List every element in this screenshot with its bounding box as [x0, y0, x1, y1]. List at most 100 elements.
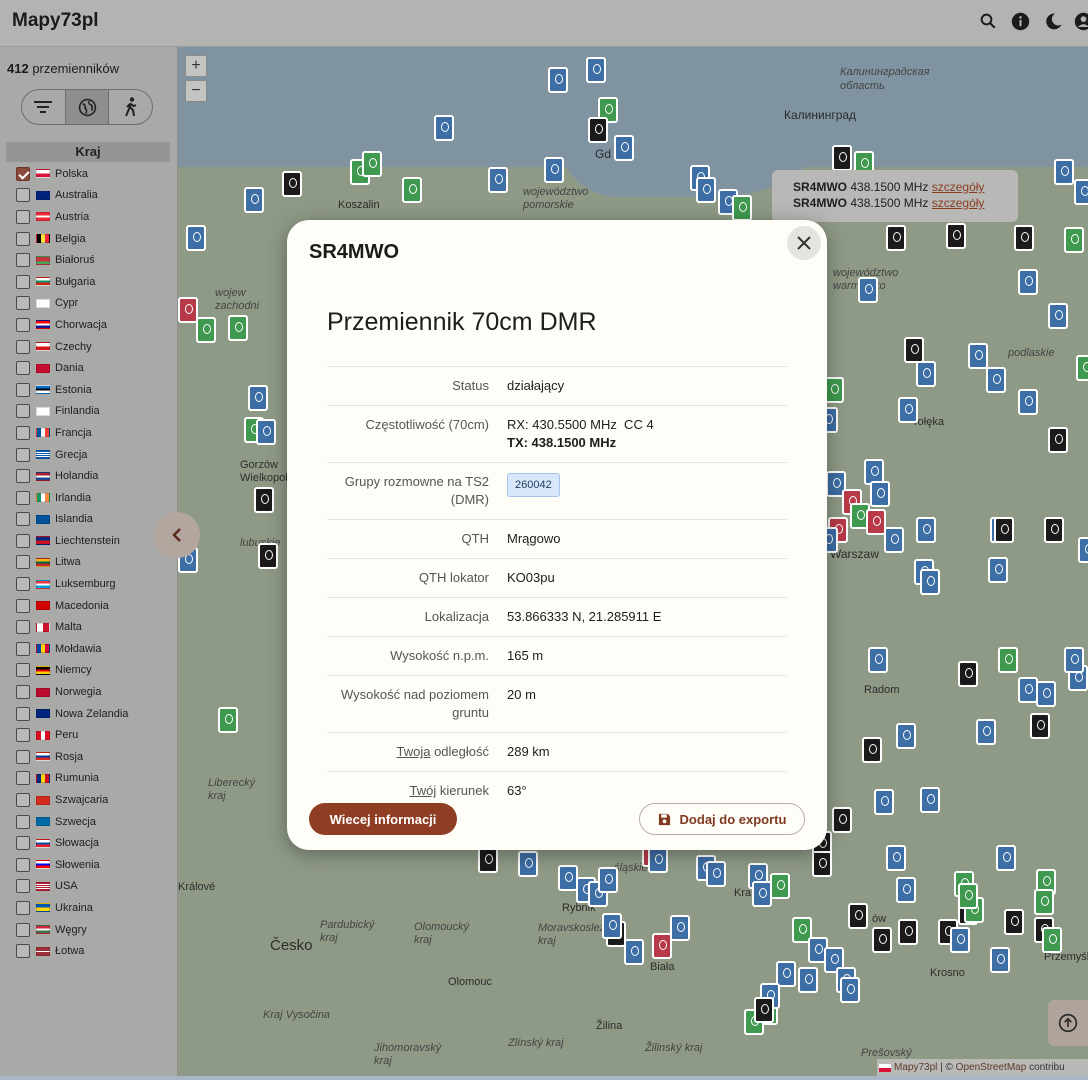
repeater-pin-icon[interactable] — [1076, 355, 1088, 381]
country-item[interactable]: Austria — [16, 206, 176, 228]
country-checkbox[interactable] — [16, 685, 30, 700]
country-item[interactable]: Holandia — [16, 465, 176, 487]
repeater-pin-icon[interactable] — [518, 851, 538, 877]
distance-location-link[interactable]: Twoja — [396, 744, 430, 759]
repeater-pin-icon[interactable] — [1048, 303, 1068, 329]
repeater-pin-icon[interactable] — [920, 787, 940, 813]
repeater-pin-icon[interactable] — [870, 481, 890, 507]
repeater-pin-icon[interactable] — [832, 145, 852, 171]
country-checkbox[interactable] — [16, 404, 30, 419]
country-checkbox[interactable] — [16, 296, 30, 311]
country-checkbox[interactable] — [16, 771, 30, 786]
country-item[interactable]: Szwajcaria — [16, 789, 176, 811]
country-item[interactable]: Peru — [16, 724, 176, 746]
country-item[interactable]: Polska — [16, 163, 176, 185]
repeater-pin-icon[interactable] — [1054, 159, 1074, 185]
scroll-top-button[interactable] — [1048, 1000, 1088, 1046]
repeater-pin-icon[interactable] — [282, 171, 302, 197]
country-checkbox[interactable] — [16, 469, 30, 484]
country-checkbox[interactable] — [16, 253, 30, 268]
repeater-pin-icon[interactable] — [958, 661, 978, 687]
osm-link[interactable]: OpenStreetMap — [956, 1062, 1027, 1073]
country-checkbox[interactable] — [16, 836, 30, 851]
repeater-pin-icon[interactable] — [1064, 227, 1084, 253]
country-item[interactable]: Islandia — [16, 509, 176, 531]
country-checkbox[interactable] — [16, 166, 30, 181]
repeater-pin-icon[interactable] — [586, 57, 606, 83]
repeater-pin-icon[interactable] — [186, 225, 206, 251]
repeater-pin-icon[interactable] — [218, 707, 238, 733]
country-item[interactable]: Rumunia — [16, 768, 176, 790]
add-to-export-button[interactable]: Dodaj do exportu — [639, 803, 805, 835]
country-item[interactable]: Cypr — [16, 293, 176, 315]
country-checkbox[interactable] — [16, 533, 30, 548]
repeater-pin-icon[interactable] — [886, 845, 906, 871]
zoom-out-button[interactable]: − — [185, 80, 207, 102]
app-title[interactable]: Mapy73pl — [12, 10, 99, 32]
repeater-pin-icon[interactable] — [946, 223, 966, 249]
country-item[interactable]: USA — [16, 876, 176, 898]
repeater-pin-icon[interactable] — [950, 927, 970, 953]
repeater-pin-icon[interactable] — [732, 195, 752, 221]
repeater-pin-icon[interactable] — [998, 647, 1018, 673]
repeater-pin-icon[interactable] — [1044, 517, 1064, 543]
repeater-pin-icon[interactable] — [798, 967, 818, 993]
repeater-pin-icon[interactable] — [904, 337, 924, 363]
country-item[interactable]: Estonia — [16, 379, 176, 401]
country-item[interactable]: Litwa — [16, 552, 176, 574]
country-item[interactable]: Irlandia — [16, 487, 176, 509]
country-item[interactable]: Czechy — [16, 336, 176, 358]
more-info-button[interactable]: Wiecej informacji — [309, 803, 457, 835]
repeater-pin-icon[interactable] — [1014, 225, 1034, 251]
repeater-pin-icon[interactable] — [1018, 269, 1038, 295]
repeater-pin-icon[interactable] — [1064, 647, 1084, 673]
country-item[interactable]: Macedonia — [16, 595, 176, 617]
repeater-pin-icon[interactable] — [824, 377, 844, 403]
country-checkbox[interactable] — [16, 944, 30, 959]
country-checkbox[interactable] — [16, 706, 30, 721]
repeater-pin-icon[interactable] — [754, 997, 774, 1023]
dark-mode-icon[interactable] — [1042, 10, 1064, 32]
country-checkbox[interactable] — [16, 339, 30, 354]
repeater-pin-icon[interactable] — [1074, 179, 1088, 205]
country-checkbox[interactable] — [16, 425, 30, 440]
globe-button[interactable] — [65, 90, 110, 124]
country-item[interactable]: Malta — [16, 616, 176, 638]
country-checkbox[interactable] — [16, 555, 30, 570]
country-checkbox[interactable] — [16, 900, 30, 915]
repeater-pin-icon[interactable] — [544, 157, 564, 183]
country-item[interactable]: Łotwa — [16, 940, 176, 962]
repeater-pin-icon[interactable] — [898, 397, 918, 423]
repeater-pin-icon[interactable] — [884, 527, 904, 553]
repeater-pin-icon[interactable] — [670, 915, 690, 941]
filter-button[interactable] — [22, 90, 66, 124]
country-item[interactable]: Mołdawia — [16, 638, 176, 660]
country-checkbox[interactable] — [16, 274, 30, 289]
brand-link[interactable]: Mapy73pl — [894, 1062, 937, 1073]
repeater-pin-icon[interactable] — [598, 867, 618, 893]
repeater-pin-icon[interactable] — [862, 737, 882, 763]
repeater-pin-icon[interactable] — [362, 151, 382, 177]
repeater-pin-icon[interactable] — [832, 807, 852, 833]
repeater-pin-icon[interactable] — [624, 939, 644, 965]
country-checkbox[interactable] — [16, 361, 30, 376]
close-button[interactable] — [787, 226, 821, 260]
country-checkbox[interactable] — [16, 598, 30, 613]
repeater-pin-icon[interactable] — [866, 509, 886, 535]
country-item[interactable]: Luksemburg — [16, 573, 176, 595]
repeater-pin-icon[interactable] — [996, 845, 1016, 871]
country-item[interactable]: Ukraina — [16, 897, 176, 919]
repeater-pin-icon[interactable] — [958, 883, 978, 909]
repeater-pin-icon[interactable] — [196, 317, 216, 343]
repeater-pin-icon[interactable] — [1030, 713, 1050, 739]
country-checkbox[interactable] — [16, 641, 30, 656]
country-filter-header[interactable]: Kraj — [6, 142, 170, 162]
talkgroup-badge[interactable]: 260042 — [507, 473, 560, 497]
country-checkbox[interactable] — [16, 577, 30, 592]
repeater-pin-icon[interactable] — [896, 723, 916, 749]
repeater-pin-icon[interactable] — [696, 177, 716, 203]
repeater-pin-icon[interactable] — [968, 343, 988, 369]
repeater-pin-icon[interactable] — [770, 873, 790, 899]
repeater-pin-icon[interactable] — [896, 877, 916, 903]
repeater-pin-icon[interactable] — [548, 67, 568, 93]
